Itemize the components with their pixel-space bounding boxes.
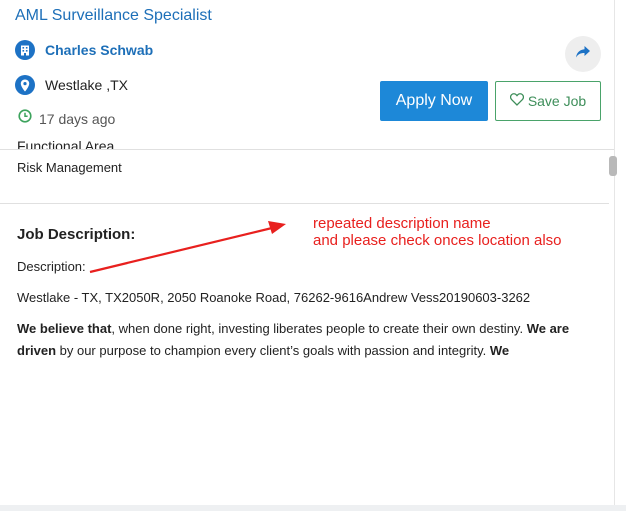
annotation-arrow xyxy=(89,221,286,274)
job-card: AML Surveillance Specialist Charles Schw… xyxy=(0,0,617,511)
bottom-edge xyxy=(0,505,626,511)
